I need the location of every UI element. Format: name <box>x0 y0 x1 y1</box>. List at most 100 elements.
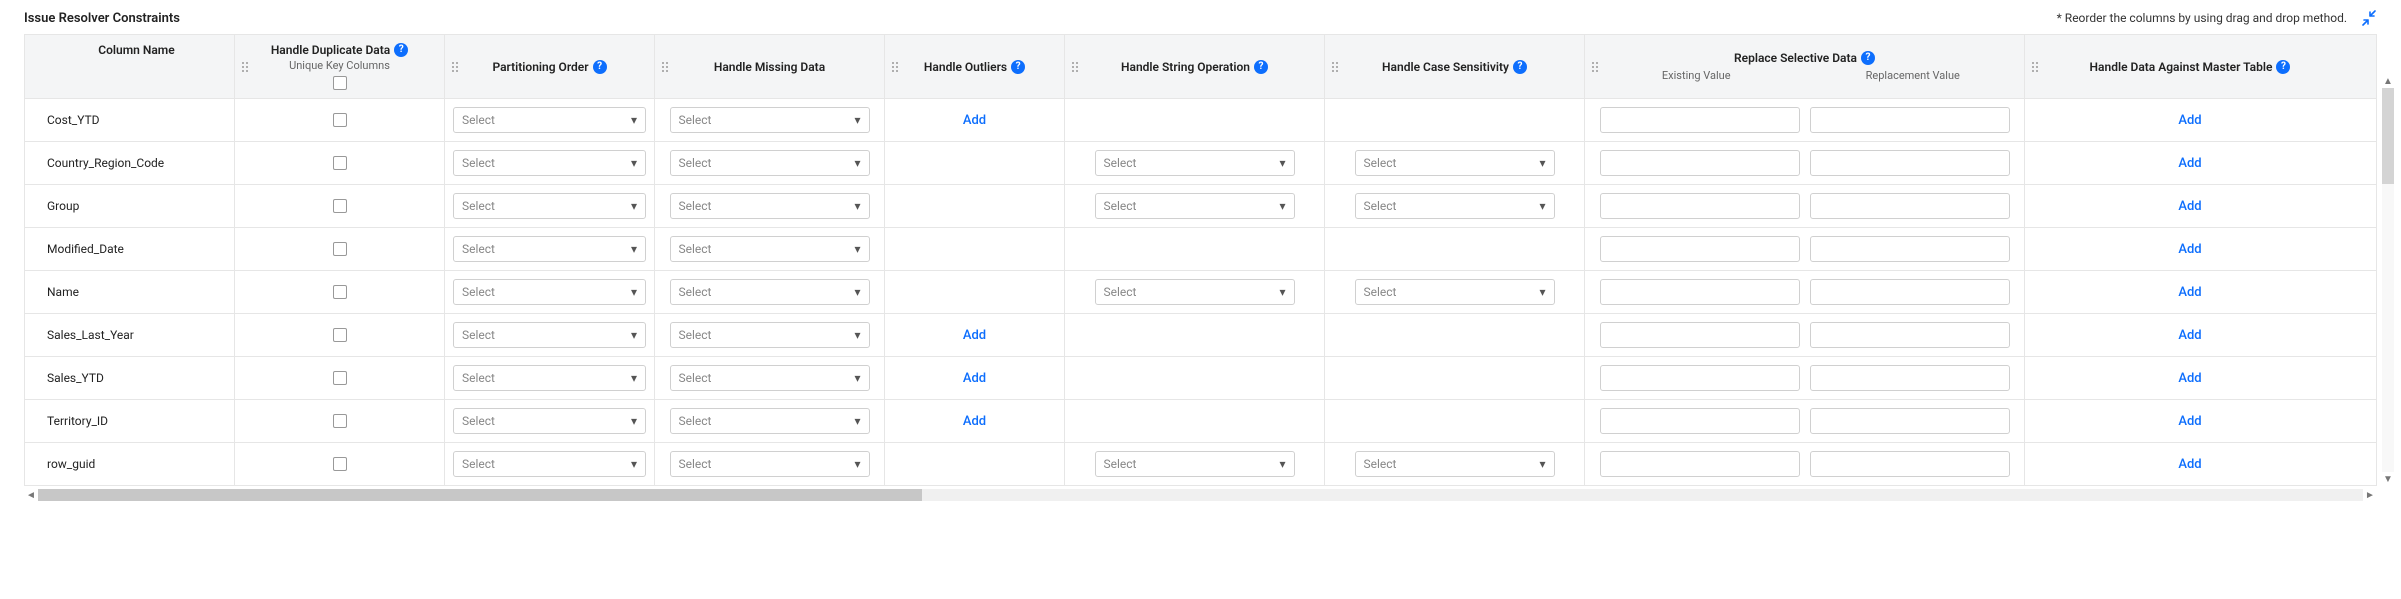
horizontal-scrollbar[interactable]: ◄ ► <box>24 488 2377 502</box>
text-input[interactable] <box>1600 193 1800 219</box>
add-link[interactable]: Add <box>963 414 986 429</box>
scroll-down-arrow-icon[interactable]: ▼ <box>2381 472 2395 486</box>
text-input[interactable] <box>1810 365 2010 391</box>
collapse-icon[interactable] <box>2361 10 2377 26</box>
select-all-unique-key-checkbox[interactable] <box>333 76 347 90</box>
select-dropdown[interactable]: Select▾ <box>670 451 870 477</box>
vscroll-thumb[interactable] <box>2382 88 2394 184</box>
select-dropdown[interactable]: Select▾ <box>453 150 646 176</box>
th-missing[interactable]: Handle Missing Data <box>655 35 885 98</box>
add-link[interactable]: Add <box>2178 371 2201 386</box>
text-input[interactable] <box>1810 408 2010 434</box>
add-link[interactable]: Add <box>2178 113 2201 128</box>
drag-handle-icon[interactable] <box>1071 61 1079 73</box>
th-duplicate[interactable]: Handle Duplicate Data? Unique Key Column… <box>235 35 445 98</box>
text-input[interactable] <box>1600 107 1800 133</box>
select-dropdown[interactable]: Select▾ <box>453 107 646 133</box>
add-link[interactable]: Add <box>963 113 986 128</box>
drag-handle-icon[interactable] <box>661 61 669 73</box>
select-dropdown[interactable]: Select▾ <box>453 322 646 348</box>
add-link[interactable]: Add <box>2178 285 2201 300</box>
add-link[interactable]: Add <box>2178 457 2201 472</box>
select-dropdown[interactable]: Select▾ <box>670 107 870 133</box>
add-link[interactable]: Add <box>2178 156 2201 171</box>
th-partition[interactable]: Partitioning Order? <box>445 35 655 98</box>
select-dropdown[interactable]: Select▾ <box>670 150 870 176</box>
text-input[interactable] <box>1600 365 1800 391</box>
drag-handle-icon[interactable] <box>2031 61 2039 73</box>
select-dropdown[interactable]: Select▾ <box>1095 451 1295 477</box>
text-input[interactable] <box>1810 451 2010 477</box>
select-dropdown[interactable]: Select▾ <box>1095 150 1295 176</box>
unique-key-checkbox[interactable] <box>333 457 347 471</box>
text-input[interactable] <box>1600 451 1800 477</box>
select-dropdown[interactable]: Select▾ <box>453 236 646 262</box>
drag-handle-icon[interactable] <box>241 61 249 73</box>
help-icon[interactable]: ? <box>1011 60 1025 74</box>
select-dropdown[interactable]: Select▾ <box>453 408 646 434</box>
select-dropdown[interactable]: Select▾ <box>1095 279 1295 305</box>
select-dropdown[interactable]: Select▾ <box>670 365 870 391</box>
select-dropdown[interactable]: Select▾ <box>670 322 870 348</box>
add-link[interactable]: Add <box>2178 199 2201 214</box>
select-dropdown[interactable]: Select▾ <box>1095 193 1295 219</box>
text-input[interactable] <box>1810 150 2010 176</box>
select-dropdown[interactable]: Select▾ <box>453 279 646 305</box>
vscroll-track[interactable] <box>2382 88 2394 472</box>
drag-handle-icon[interactable] <box>1331 61 1339 73</box>
unique-key-checkbox[interactable] <box>333 113 347 127</box>
drag-handle-icon[interactable] <box>1591 61 1599 73</box>
text-input[interactable] <box>1810 236 2010 262</box>
text-input[interactable] <box>1600 279 1800 305</box>
text-input[interactable] <box>1810 107 2010 133</box>
add-link[interactable]: Add <box>963 371 986 386</box>
unique-key-checkbox[interactable] <box>333 414 347 428</box>
select-dropdown[interactable]: Select▾ <box>1355 150 1555 176</box>
help-icon[interactable]: ? <box>1513 60 1527 74</box>
select-dropdown[interactable]: Select▾ <box>1355 279 1555 305</box>
unique-key-checkbox[interactable] <box>333 242 347 256</box>
unique-key-checkbox[interactable] <box>333 156 347 170</box>
unique-key-checkbox[interactable] <box>333 285 347 299</box>
drag-handle-icon[interactable] <box>451 61 459 73</box>
scroll-right-arrow-icon[interactable]: ► <box>2363 488 2377 502</box>
scroll-track[interactable] <box>38 489 2363 501</box>
add-link[interactable]: Add <box>2178 414 2201 429</box>
help-icon[interactable]: ? <box>2276 60 2290 74</box>
text-input[interactable] <box>1600 236 1800 262</box>
text-input[interactable] <box>1600 322 1800 348</box>
text-input[interactable] <box>1810 279 2010 305</box>
select-dropdown[interactable]: Select▾ <box>453 365 646 391</box>
scroll-up-arrow-icon[interactable]: ▲ <box>2381 74 2395 88</box>
select-dropdown[interactable]: Select▾ <box>670 408 870 434</box>
select-dropdown[interactable]: Select▾ <box>453 193 646 219</box>
help-icon[interactable]: ? <box>1861 51 1875 65</box>
add-link[interactable]: Add <box>2178 242 2201 257</box>
text-input[interactable] <box>1810 193 2010 219</box>
add-link[interactable]: Add <box>2178 328 2201 343</box>
add-link[interactable]: Add <box>963 328 986 343</box>
drag-handle-icon[interactable] <box>891 61 899 73</box>
th-string-op[interactable]: Handle String Operation? <box>1065 35 1325 98</box>
unique-key-checkbox[interactable] <box>333 371 347 385</box>
help-icon[interactable]: ? <box>1254 60 1268 74</box>
text-input[interactable] <box>1600 150 1800 176</box>
scroll-thumb[interactable] <box>38 489 922 501</box>
unique-key-checkbox[interactable] <box>333 199 347 213</box>
select-dropdown[interactable]: Select▾ <box>670 193 870 219</box>
select-dropdown[interactable]: Select▾ <box>1355 451 1555 477</box>
select-dropdown[interactable]: Select▾ <box>670 279 870 305</box>
th-case-sens[interactable]: Handle Case Sensitivity? <box>1325 35 1585 98</box>
help-icon[interactable]: ? <box>593 60 607 74</box>
select-dropdown[interactable]: Select▾ <box>1355 193 1555 219</box>
scroll-left-arrow-icon[interactable]: ◄ <box>24 488 38 502</box>
th-replace[interactable]: Replace Selective Data? Existing Value R… <box>1585 35 2025 98</box>
select-dropdown[interactable]: Select▾ <box>670 236 870 262</box>
unique-key-checkbox[interactable] <box>333 328 347 342</box>
help-icon[interactable]: ? <box>394 43 408 57</box>
vertical-scrollbar[interactable]: ▲ ▼ <box>2381 74 2395 486</box>
th-master[interactable]: Handle Data Against Master Table? <box>2025 35 2355 98</box>
select-dropdown[interactable]: Select▾ <box>453 451 646 477</box>
text-input[interactable] <box>1810 322 2010 348</box>
text-input[interactable] <box>1600 408 1800 434</box>
